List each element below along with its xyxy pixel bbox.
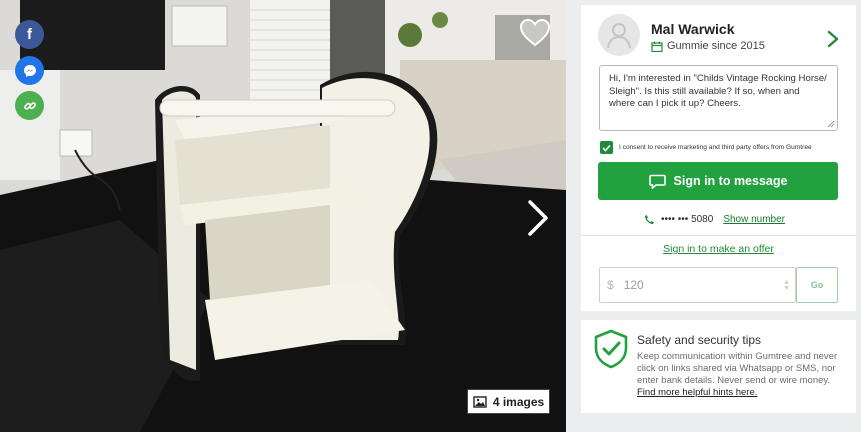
checkmark-icon bbox=[602, 144, 611, 152]
chevron-right-icon[interactable] bbox=[826, 30, 840, 48]
resize-handle-icon[interactable] bbox=[827, 120, 835, 128]
member-since: Gummie since 2015 bbox=[651, 40, 765, 52]
safety-tips-card: Safety and security tips Keep communicat… bbox=[581, 320, 856, 413]
phone-row: •••• ••• 5080 Show number bbox=[644, 214, 785, 225]
member-since-label: Gummie since 2015 bbox=[667, 40, 765, 52]
divider bbox=[581, 235, 856, 236]
listing-photo[interactable]: f 4 images bbox=[0, 0, 566, 432]
heart-icon[interactable] bbox=[520, 19, 550, 47]
link-icon bbox=[23, 101, 36, 110]
sign-in-to-message-button[interactable]: Sign in to message bbox=[598, 162, 838, 200]
message-textarea[interactable]: Hi, I'm interested in "Childs Vintage Ro… bbox=[599, 65, 838, 131]
currency-symbol: $ bbox=[607, 278, 614, 292]
seller-name[interactable]: Mal Warwick bbox=[651, 21, 735, 37]
consent-checkbox[interactable] bbox=[600, 141, 613, 154]
copy-link-button[interactable] bbox=[15, 91, 44, 120]
image-icon bbox=[473, 395, 487, 408]
image-count-label: 4 images bbox=[492, 394, 545, 409]
safety-body: Keep communication within Gumtree and ne… bbox=[637, 351, 847, 399]
facebook-icon: f bbox=[27, 26, 32, 43]
go-button[interactable]: Go bbox=[796, 267, 838, 303]
calendar-icon bbox=[651, 41, 663, 52]
consent-row: I consent to receive marketing and third… bbox=[600, 141, 812, 154]
facebook-share-button[interactable]: f bbox=[15, 20, 44, 49]
offer-amount-input[interactable]: $ 120 ▲ ▼ bbox=[599, 267, 796, 303]
messenger-share-button[interactable] bbox=[15, 56, 44, 85]
show-number-link[interactable]: Show number bbox=[723, 214, 785, 225]
messenger-icon bbox=[23, 64, 36, 77]
safety-body-text: Keep communication within Gumtree and ne… bbox=[637, 351, 838, 386]
sign-in-to-message-label: Sign in to message bbox=[673, 174, 788, 188]
phone-number-masked: •••• ••• 5080 bbox=[661, 214, 714, 225]
image-count-badge[interactable]: 4 images bbox=[467, 389, 550, 414]
safety-title: Safety and security tips bbox=[637, 333, 762, 347]
phone-icon bbox=[645, 215, 654, 224]
number-stepper-icon[interactable]: ▲ ▼ bbox=[783, 279, 790, 292]
avatar[interactable] bbox=[598, 14, 640, 56]
listing-photo-image bbox=[0, 0, 566, 432]
chat-icon bbox=[648, 174, 666, 189]
seller-contact-card: Mal Warwick Gummie since 2015 Hi, I'm in… bbox=[581, 5, 856, 311]
user-icon bbox=[607, 23, 631, 49]
message-text: Hi, I'm interested in "Childs Vintage Ro… bbox=[609, 73, 827, 109]
find-more-hints-link[interactable]: Find more helpful hints here. bbox=[637, 387, 757, 398]
shield-check-icon bbox=[594, 329, 628, 369]
sign-in-to-make-offer-link[interactable]: Sign in to make an offer bbox=[581, 243, 856, 255]
next-image-arrow-icon[interactable] bbox=[524, 198, 552, 238]
consent-label: I consent to receive marketing and third… bbox=[619, 144, 812, 151]
offer-amount-value: 120 bbox=[623, 278, 644, 292]
